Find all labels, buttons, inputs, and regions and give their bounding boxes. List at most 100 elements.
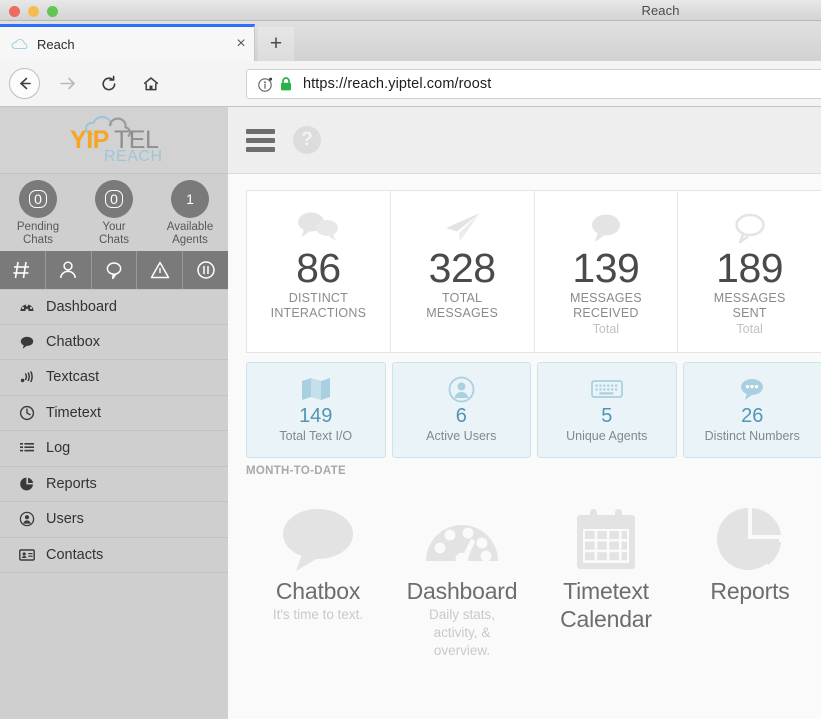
sidebar-item-contacts[interactable]: Contacts	[0, 538, 228, 573]
sidebar-item-timetext[interactable]: Timetext	[0, 396, 228, 431]
hamburger-menu-icon[interactable]	[246, 128, 275, 152]
help-icon[interactable]: ?	[293, 126, 321, 154]
stat-pending-chats[interactable]: 0 Pending Chats	[0, 180, 76, 251]
stat-value: 86	[296, 245, 341, 291]
tile-chatbox[interactable]: Chatbox It's time to text.	[246, 501, 390, 660]
stat-badge: 0	[19, 180, 57, 218]
back-arrow-icon[interactable]	[9, 68, 40, 99]
sidebar-item-textcast[interactable]: Textcast	[0, 360, 228, 396]
mini-card-distinct-numbers[interactable]: 26 Distinct Numbers	[682, 362, 821, 458]
section-label-month-to-date: MONTH-TO-DATE	[246, 465, 346, 477]
stat-badge: 1	[171, 180, 209, 218]
contact-card-icon	[17, 547, 37, 563]
speech-bubble-icon	[279, 501, 357, 577]
stat-card-group: 86 DISTINCT INTERACTIONS 328 TOTAL MESSA…	[246, 190, 821, 353]
tile-title: Reports	[710, 578, 790, 604]
tile-title: Timetext Calendar	[560, 578, 652, 632]
stat-label: Available Agents	[166, 221, 214, 246]
tab-title: Reach	[37, 36, 75, 52]
stat-card-distinct-interactions: 86 DISTINCT INTERACTIONS	[247, 191, 391, 352]
window-titlebar: Reach	[0, 0, 821, 21]
stat-label: DISTINCT INTERACTIONS	[270, 291, 367, 320]
cloud-icon	[11, 37, 29, 51]
stat-sublabel: Total	[736, 322, 763, 336]
mini-label: Distinct Numbers	[704, 429, 800, 443]
mini-label: Total Text I/O	[279, 429, 353, 443]
tab-reach[interactable]: Reach ×	[0, 24, 255, 61]
stat-value: 1	[186, 191, 194, 207]
stat-your-chats[interactable]: 0 Your Chats	[76, 180, 152, 251]
chat-bubble-icon	[17, 334, 37, 350]
brand-logo[interactable]: YIP TEL REACH	[0, 107, 228, 174]
stat-label: MESSAGES SENT	[713, 291, 786, 320]
chat-bubble-icon[interactable]	[92, 251, 138, 289]
mini-value: 6	[455, 405, 467, 427]
reload-icon[interactable]	[94, 69, 124, 99]
tile-reports[interactable]: Reports	[678, 501, 821, 660]
hash-icon[interactable]	[0, 251, 46, 289]
tab-strip: Reach × +	[0, 21, 821, 61]
pie-chart-icon	[17, 476, 37, 492]
stat-value: 328	[428, 245, 496, 291]
warning-triangle-icon[interactable]	[137, 251, 184, 289]
sidebar-item-chatbox[interactable]: Chatbox	[0, 325, 228, 360]
tile-title: Chatbox	[275, 578, 361, 604]
mini-value: 26	[741, 405, 764, 427]
sidebar-item-label: Timetext	[46, 404, 102, 421]
stat-value: 0	[29, 190, 47, 208]
stat-available-agents[interactable]: 1 Available Agents	[152, 180, 228, 251]
sidebar-item-label: Log	[46, 440, 71, 457]
logo-tagline: REACH	[104, 148, 163, 165]
sidebar-item-label: Textcast	[46, 369, 100, 386]
mini-value: 149	[299, 405, 333, 427]
logo-y: Y	[70, 126, 87, 154]
stat-sublabel: Total	[592, 322, 620, 336]
two-chat-bubbles-icon	[294, 203, 342, 245]
close-icon[interactable]: ×	[228, 26, 254, 63]
user-avatar-icon	[448, 374, 475, 404]
dashboard-content: 86 DISTINCT INTERACTIONS 328 TOTAL MESSA…	[228, 174, 821, 660]
window-title: Reach	[641, 3, 680, 18]
user-circle-icon	[17, 511, 37, 527]
pause-circle-icon[interactable]	[183, 251, 228, 289]
sidebar-stats: 0 Pending Chats 0 Your Chats 1 Available…	[0, 174, 228, 251]
keyboard-icon	[590, 374, 623, 404]
new-tab-button[interactable]: +	[258, 27, 294, 61]
sidebar-icon-toolbar	[0, 251, 228, 289]
forward-arrow-icon	[52, 69, 82, 99]
tile-subtitle: It's time to text.	[272, 607, 364, 622]
app-sidebar: YIP TEL REACH 0 Pending Chats 0 Your Cha…	[0, 107, 228, 719]
lock-icon	[279, 76, 293, 92]
sidebar-item-users[interactable]: Users	[0, 502, 228, 538]
folded-map-icon	[301, 374, 331, 404]
tile-subtitle: Daily stats, activity, & overview.	[428, 607, 496, 658]
list-icon	[17, 440, 37, 456]
mini-label: Unique Agents	[566, 429, 648, 443]
tile-dashboard[interactable]: Dashboard Daily stats, activity, & overv…	[390, 501, 534, 660]
web-page: YIP TEL REACH 0 Pending Chats 0 Your Cha…	[0, 107, 821, 719]
mini-card-total-text-io[interactable]: 149 Total Text I/O	[246, 362, 386, 458]
mini-label: Active Users	[426, 429, 497, 443]
browser-window: Reach Reach × + https://reach.yiptel.com…	[0, 0, 821, 719]
tile-title: Dashboard	[406, 578, 518, 604]
shortcut-tile-group: Chatbox It's time to text. Dashboard Dai…	[246, 501, 821, 660]
chat-dots-icon	[737, 374, 767, 404]
mini-card-unique-agents[interactable]: 5 Unique Agents	[537, 362, 677, 458]
filled-chat-bubble-icon	[585, 203, 627, 245]
sidebar-item-dashboard[interactable]: Dashboard	[0, 289, 228, 325]
mini-card-active-users[interactable]: 6 Active Users	[391, 362, 531, 458]
address-bar[interactable]: https://reach.yiptel.com/roost	[246, 69, 821, 99]
person-icon[interactable]	[46, 251, 92, 289]
stat-label: MESSAGES RECEIVED	[569, 291, 642, 320]
stat-label: Pending Chats	[16, 221, 60, 246]
info-icon[interactable]	[257, 76, 274, 93]
home-icon[interactable]	[136, 69, 166, 99]
sidebar-item-log[interactable]: Log	[0, 431, 228, 467]
stat-card-messages-received: 139 MESSAGES RECEIVED Total	[535, 191, 679, 352]
sidebar-item-label: Contacts	[46, 546, 104, 563]
sidebar-item-reports[interactable]: Reports	[0, 467, 228, 502]
broadcast-icon	[17, 369, 37, 385]
clock-icon	[17, 405, 37, 421]
mini-card-group: 149 Total Text I/O 6 Active Users 5 Uniq…	[246, 362, 821, 458]
tile-timetext-calendar[interactable]: Timetext Calendar	[534, 501, 678, 660]
